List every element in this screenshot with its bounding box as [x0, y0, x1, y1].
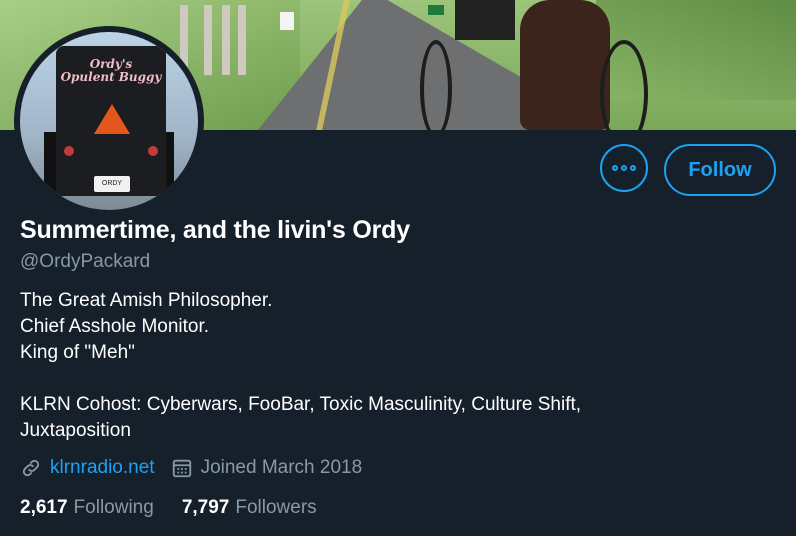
- profile-avatar[interactable]: Ordy's Opulent Buggy ORDY: [14, 26, 204, 216]
- followers-count: 7,797: [181, 497, 230, 518]
- avatar-sign-text: Ordy's Opulent Buggy: [60, 57, 162, 84]
- more-horizontal-icon: [612, 165, 636, 171]
- following-count: 2,617: [20, 497, 68, 518]
- followers-stat[interactable]: 7,797 Followers: [182, 497, 317, 519]
- more-options-button[interactable]: [600, 144, 648, 192]
- license-plate: ORDY: [94, 176, 130, 192]
- profile-joined-date: Joined March 2018: [200, 457, 363, 478]
- profile-meta: klrnradio.net Joined March 2018: [20, 457, 362, 479]
- profile-stats: 2,617 Following 7,797 Followers: [20, 497, 317, 519]
- profile-website-link[interactable]: klrnradio.net: [50, 457, 155, 479]
- profile-bio: The Great Amish Philosopher. Chief Assho…: [20, 290, 582, 441]
- following-stat[interactable]: 2,617 Following: [20, 497, 154, 519]
- calendar-icon: [172, 459, 191, 478]
- profile-handle: @OrdyPackard: [20, 251, 151, 272]
- warning-triangle-icon: [94, 104, 130, 134]
- profile-display-name: Summertime, and the livin's Ordy: [20, 216, 410, 244]
- link-icon: [22, 459, 40, 477]
- following-label: Following: [73, 497, 154, 518]
- followers-label: Followers: [235, 497, 317, 518]
- follow-button[interactable]: Follow: [664, 144, 776, 196]
